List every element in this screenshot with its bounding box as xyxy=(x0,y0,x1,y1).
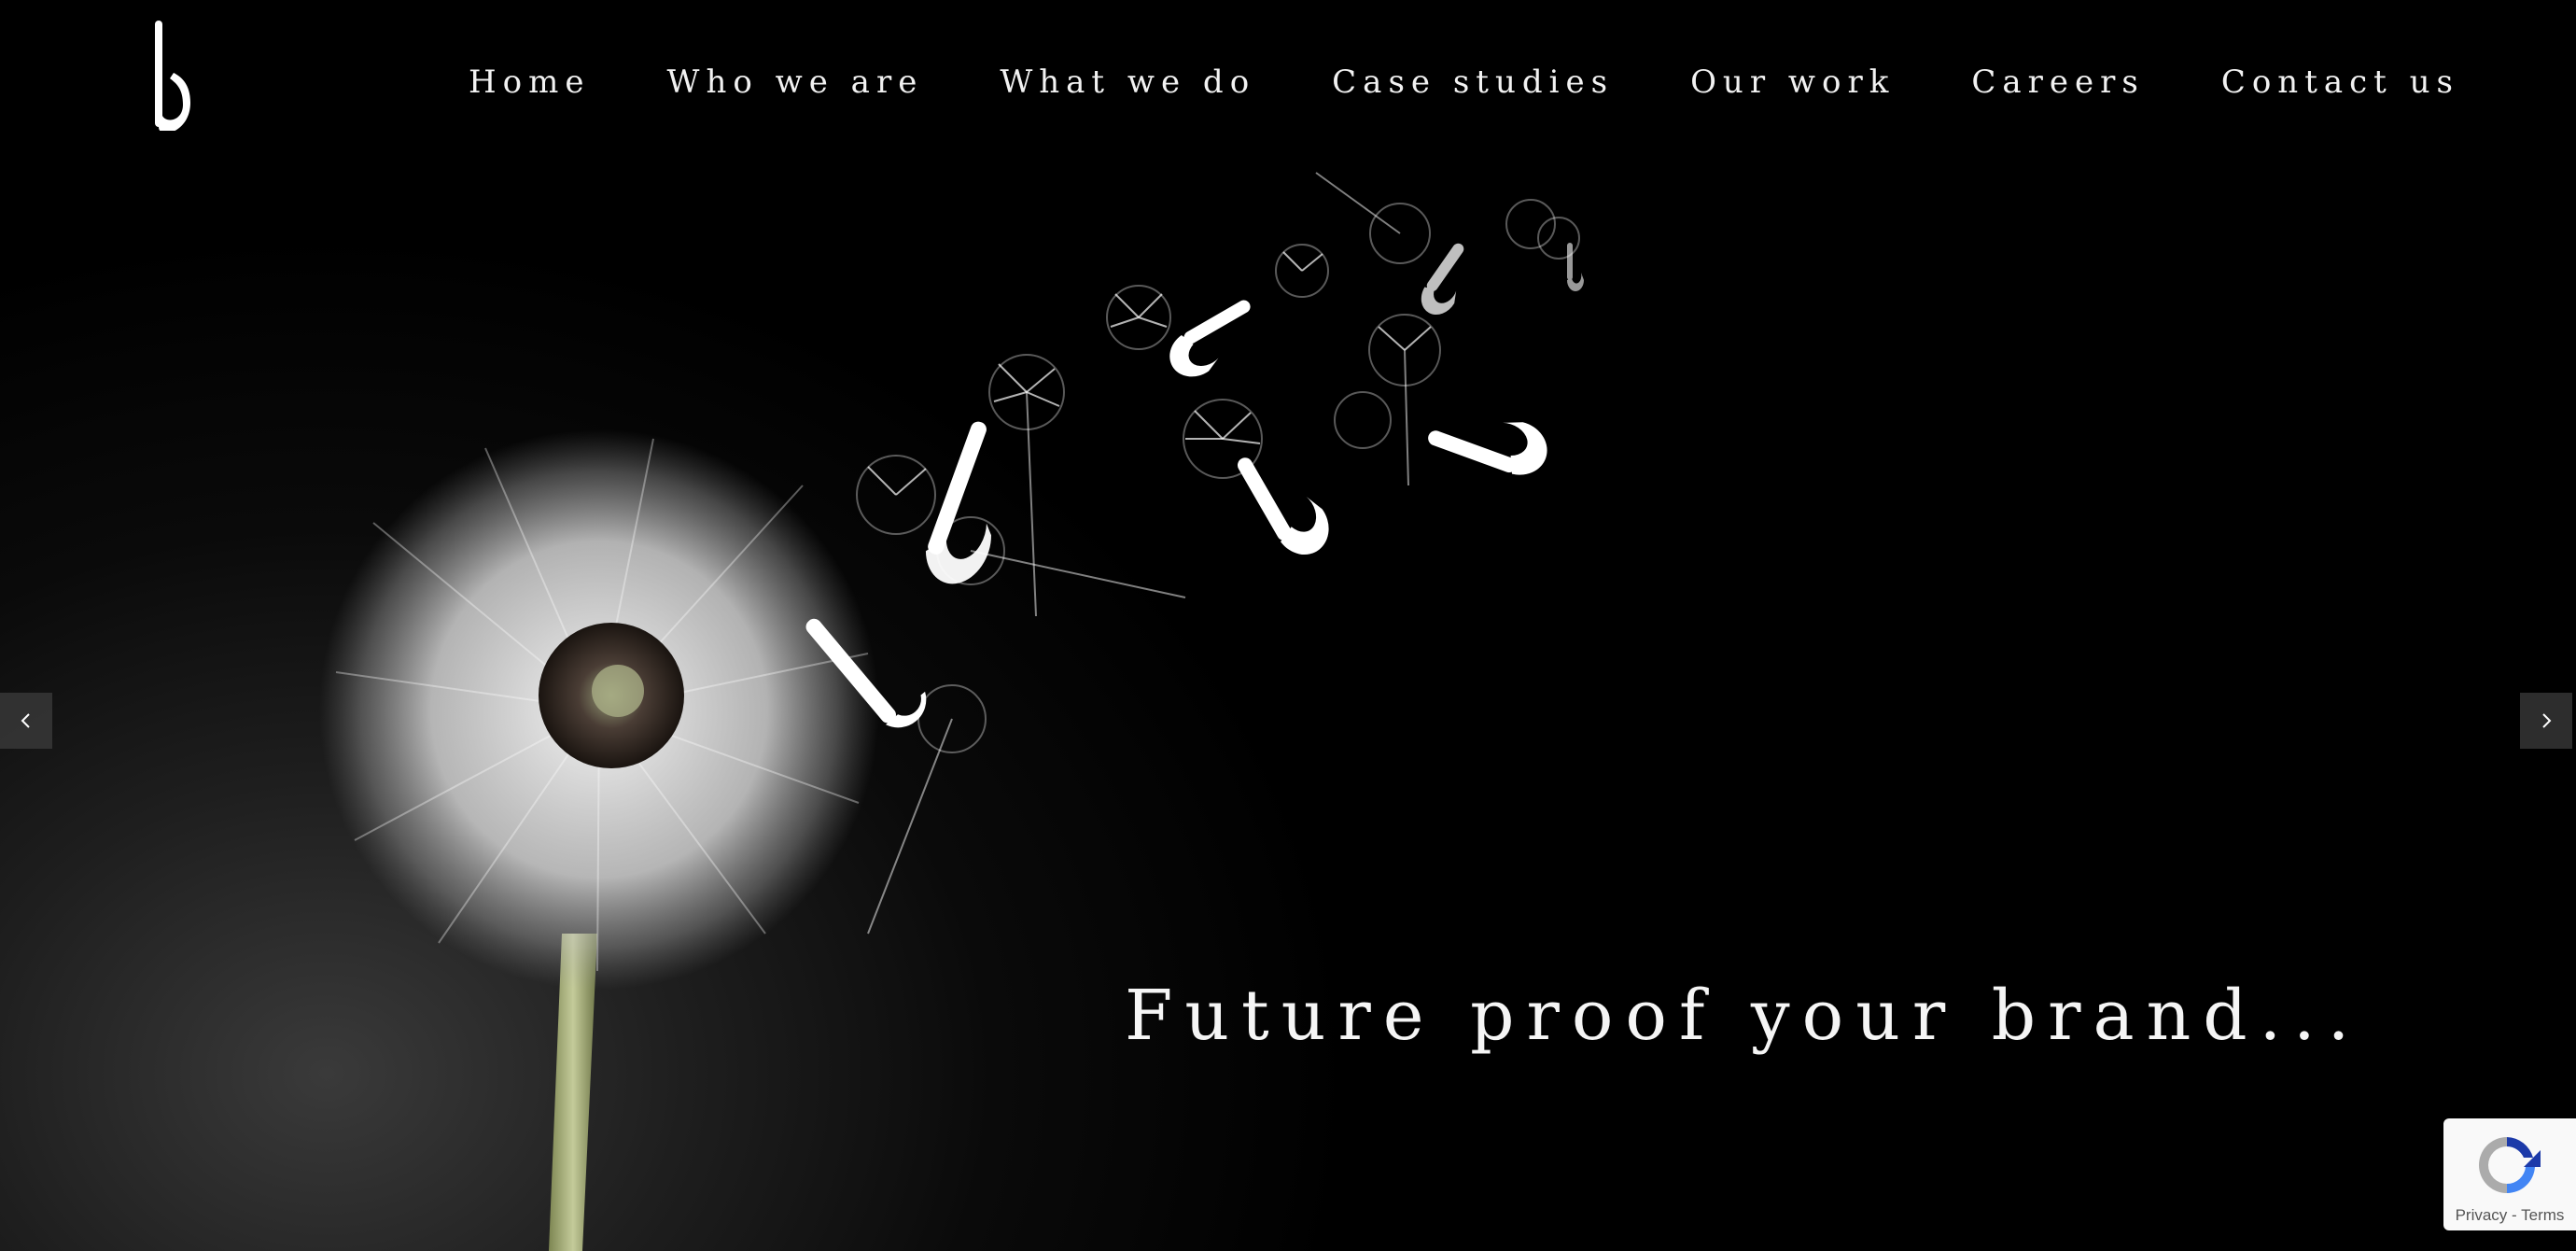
dandelion-hero-image xyxy=(319,172,1584,1251)
nav-item-careers[interactable]: Careers xyxy=(1971,63,2144,101)
hero-tagline: Future proof your brand... xyxy=(1125,976,2362,1056)
recaptcha-links: Privacy - Terms xyxy=(2443,1206,2576,1225)
brand-b-logo-icon[interactable] xyxy=(149,19,194,131)
site-header: Home Who we are What we do Case studies … xyxy=(0,0,2576,168)
slider-next-button[interactable] xyxy=(2520,693,2572,749)
recaptcha-separator: - xyxy=(2507,1206,2522,1224)
nav-item-who-we-are[interactable]: Who we are xyxy=(667,63,924,101)
slider-prev-button[interactable] xyxy=(0,693,52,749)
page: Home Who we are What we do Case studies … xyxy=(0,0,2576,1251)
nav-item-home[interactable]: Home xyxy=(469,63,590,101)
nav-item-contact-us[interactable]: Contact us xyxy=(2221,63,2459,101)
nav-item-case-studies[interactable]: Case studies xyxy=(1332,63,1614,101)
recaptcha-privacy-link[interactable]: Privacy xyxy=(2456,1206,2508,1224)
nav-item-our-work[interactable]: Our work xyxy=(1690,63,1895,101)
recaptcha-badge[interactable]: Privacy - Terms xyxy=(2443,1118,2576,1230)
main-nav: Home Who we are What we do Case studies … xyxy=(392,63,2459,101)
chevron-left-icon xyxy=(21,713,30,728)
recaptcha-terms-link[interactable]: Terms xyxy=(2521,1206,2564,1224)
nav-item-what-we-do[interactable]: What we do xyxy=(1000,63,1255,101)
recaptcha-icon xyxy=(2479,1137,2541,1194)
chevron-right-icon xyxy=(2542,713,2552,728)
